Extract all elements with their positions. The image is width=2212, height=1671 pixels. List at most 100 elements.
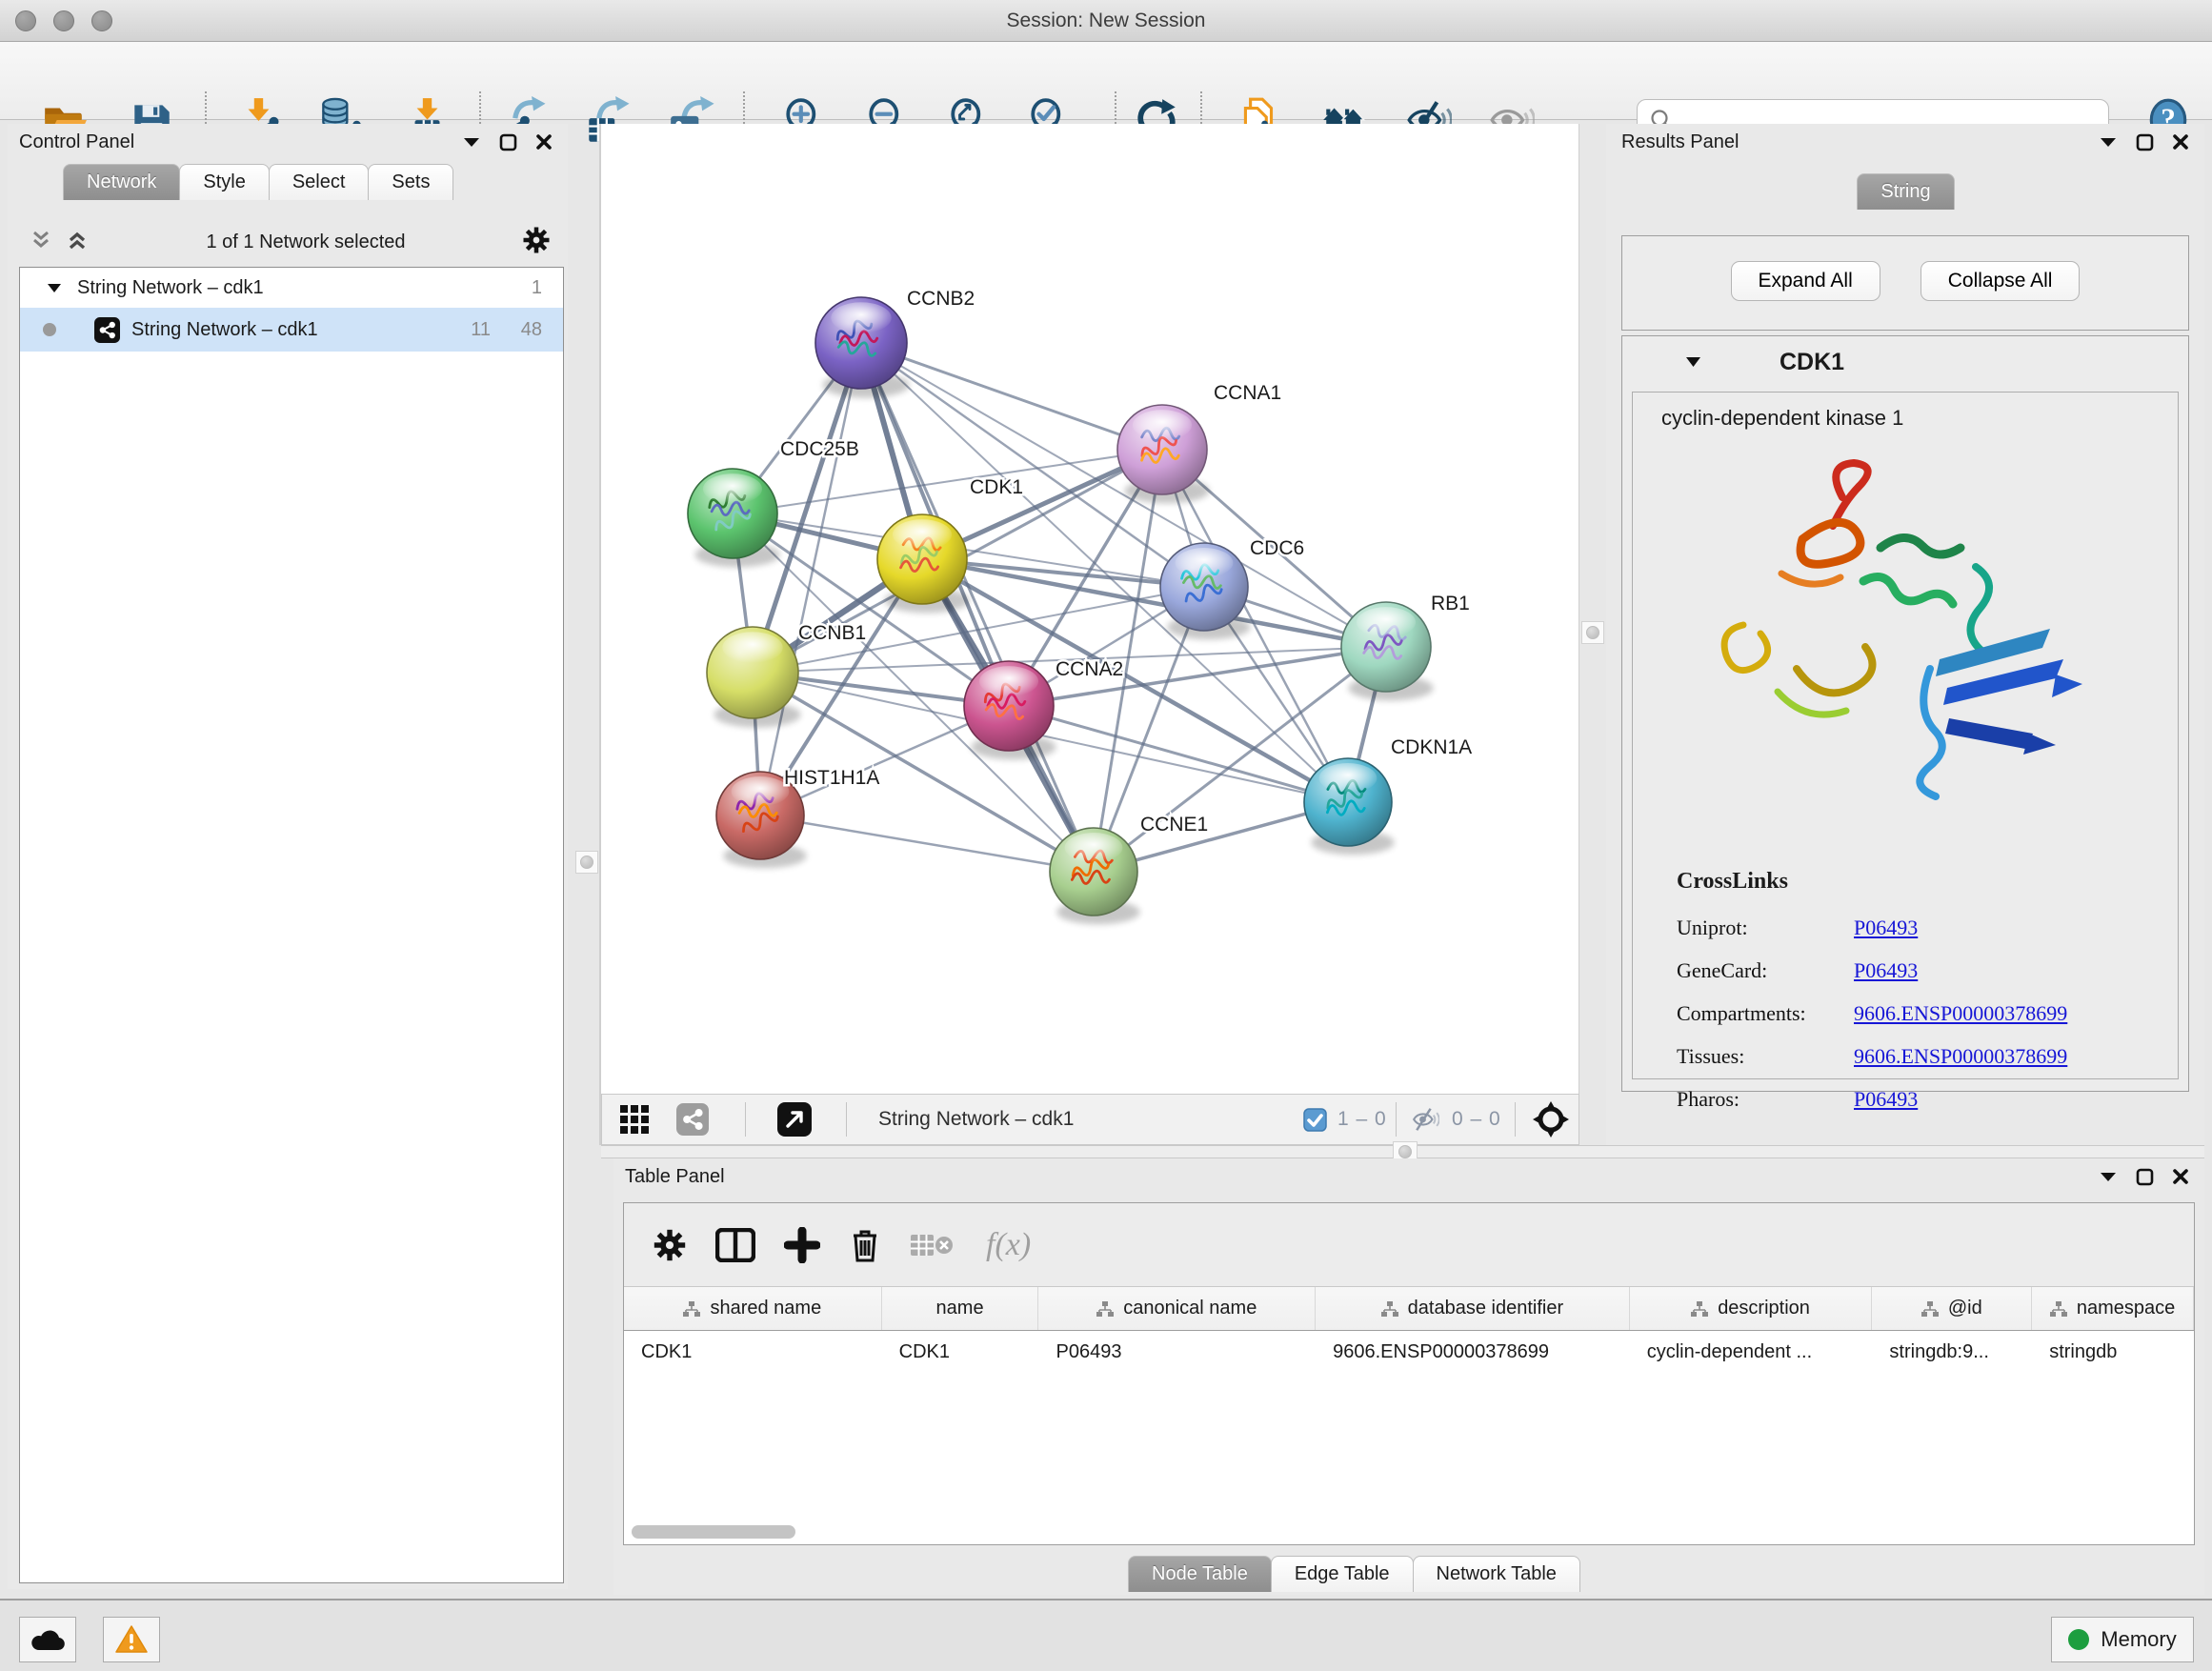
table-cell[interactable]: CDK1 [624,1331,882,1373]
node-label-CDC6: CDC6 [1250,537,1304,559]
horizontal-scrollbar-thumb[interactable] [632,1525,795,1539]
crosslink-link[interactable]: 9606.ENSP00000378699 [1854,1044,2067,1069]
network-row[interactable]: String Network – cdk1 11 48 [20,308,563,352]
tab-edge-table[interactable]: Edge Table [1271,1556,1414,1592]
node-table: f(x) shared namenamecanonical namedataba… [623,1202,2195,1545]
network-canvas[interactable]: CCNB2CCNA1CDC25BCDK1CDC6RB1CCNB1CCNA2CDK… [601,124,1579,1094]
table-cell[interactable]: P06493 [1038,1331,1316,1373]
collection-count: 1 [532,277,542,299]
network-node-CCNA2[interactable] [964,661,1054,751]
tab-network-table[interactable]: Network Table [1413,1556,1580,1592]
panel-close-icon[interactable] [533,131,554,152]
column-header-label: database identifier [1408,1298,1563,1319]
toolbar-separator [1396,1102,1397,1137]
network-node-CDK1[interactable] [877,514,967,604]
column-header-shared-name[interactable]: shared name [624,1287,882,1330]
network-view-mode-button[interactable] [676,1095,709,1144]
panel-close-icon[interactable] [2170,131,2191,152]
splitter-grip[interactable] [1581,621,1604,644]
crosslink-row: Uniprot:P06493 [1677,906,2153,949]
tab-node-table[interactable]: Node Table [1128,1556,1272,1592]
network-node-CCNB2[interactable] [815,297,907,389]
network-collection-row[interactable]: String Network – cdk1 1 [20,268,563,308]
tab-sets[interactable]: Sets [368,164,453,200]
network-selection-status: 1 of 1 Network selected [90,232,522,253]
results-panel-title: Results Panel [1621,131,1739,153]
table-options-gear-icon[interactable] [653,1228,687,1262]
crosslink-link[interactable]: P06493 [1854,1087,1918,1112]
birds-eye-view-button[interactable] [1532,1095,1570,1144]
network-node-CDC25B[interactable] [688,469,777,558]
network-edge-CDK1-RB1[interactable] [922,559,1386,647]
network-tree: String Network – cdk1 1 String Network –… [19,267,564,1583]
detach-view-button[interactable] [777,1095,812,1144]
checkbox-checked-icon [1303,1108,1327,1132]
network-node-RB1[interactable] [1341,602,1431,692]
selected-checkbox[interactable] [1303,1095,1327,1144]
crosslink-link[interactable]: 9606.ENSP00000378699 [1854,1001,2067,1026]
crosslink-link[interactable]: P06493 [1854,958,1918,983]
expand-all-button[interactable]: Expand All [1731,261,1880,301]
expand-all-tree-icon[interactable] [29,228,53,257]
network-node-CCNB1[interactable] [707,627,798,718]
node-label-CCNA1: CCNA1 [1214,382,1281,404]
network-node-CCNA1[interactable] [1117,405,1207,494]
collection-expander-icon[interactable] [47,283,62,293]
protein-structure-image [1690,448,2100,819]
splitter-grip[interactable] [575,851,598,874]
crosslink-link[interactable]: P06493 [1854,916,1918,940]
node-label-CCNE1: CCNE1 [1140,814,1208,836]
table-row[interactable]: CDK1CDK1P064939606.ENSP00000378699cyclin… [624,1331,2194,1373]
node-label-CCNB2: CCNB2 [907,288,975,310]
collapse-all-tree-icon[interactable] [65,228,90,257]
column-header-id[interactable]: @id [1872,1287,2032,1330]
network-node-CCNE1[interactable] [1050,828,1137,916]
column-header-database-identifier[interactable]: database identifier [1316,1287,1630,1330]
grid-view-button[interactable] [619,1095,650,1144]
table-cell[interactable]: 9606.ENSP00000378699 [1316,1331,1630,1373]
crosslink-row: GeneCard:P06493 [1677,949,2153,992]
table-cell[interactable]: stringdb [2032,1331,2194,1373]
tab-select[interactable]: Select [269,164,370,200]
grid-icon [619,1104,650,1135]
cloud-status-button[interactable] [19,1617,76,1662]
tab-network[interactable]: Network [63,164,180,200]
table-cell[interactable]: cyclin-dependent ... [1630,1331,1873,1373]
column-browser-icon[interactable] [715,1228,755,1262]
column-header-namespace[interactable]: namespace [2032,1287,2194,1330]
delete-column-trash-icon[interactable] [849,1227,881,1263]
crosslink-label: GeneCard: [1677,958,1854,983]
tab-string[interactable]: String [1857,173,1954,210]
column-header-canonical-name[interactable]: canonical name [1038,1287,1316,1330]
panel-float-icon[interactable] [2134,131,2155,152]
panel-float-icon[interactable] [2134,1166,2155,1187]
gene-section-header[interactable]: CDK1 [1622,336,2188,388]
panel-menu-icon[interactable] [2098,131,2119,152]
column-header-name[interactable]: name [882,1287,1039,1330]
network-edge-CCNB2-CCNA1[interactable] [861,343,1162,450]
warnings-button[interactable] [103,1617,160,1662]
network-node-CDC6[interactable] [1160,543,1248,631]
create-column-icon[interactable] [784,1227,820,1263]
panel-menu-icon[interactable] [461,131,482,152]
collapse-all-button[interactable]: Collapse All [1920,261,2081,301]
network-node-CDKN1A[interactable] [1304,758,1392,846]
table-cell[interactable]: CDK1 [882,1331,1039,1373]
cloud-icon [30,1627,65,1652]
panel-float-icon[interactable] [497,131,518,152]
network-edge-CDC25B-CDC6[interactable] [733,513,1204,587]
network-edge-CCNB2-HIST1H1A[interactable] [760,343,861,815]
panel-menu-icon[interactable] [2098,1166,2119,1187]
crosslinks-heading: CrossLinks [1677,869,2153,895]
tab-style[interactable]: Style [179,164,269,200]
crosslink-label: Tissues: [1677,1044,1854,1069]
column-type-icon [1381,1301,1398,1317]
memory-button[interactable]: Memory [2051,1617,2194,1662]
section-expander-icon[interactable] [1685,356,1701,368]
table-cell[interactable]: stringdb:9... [1872,1331,2032,1373]
hidden-indicator[interactable] [1408,1095,1442,1144]
panel-close-icon[interactable] [2170,1166,2191,1187]
network-options-gear-icon[interactable] [522,226,551,259]
crosslink-row: Tissues:9606.ENSP00000378699 [1677,1035,2153,1077]
column-header-description[interactable]: description [1630,1287,1873,1330]
